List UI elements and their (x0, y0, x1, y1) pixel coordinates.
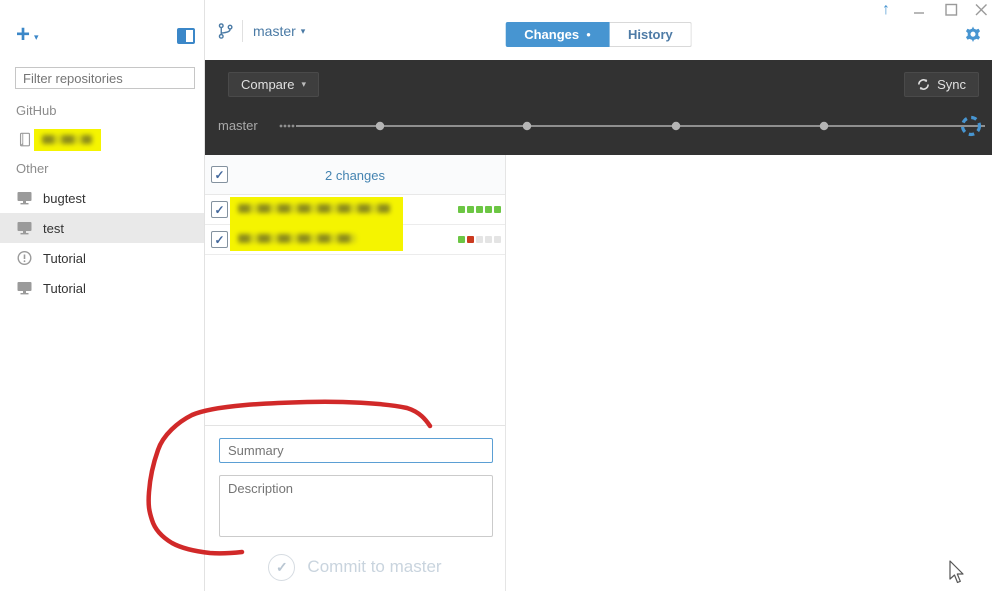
description-input[interactable] (219, 475, 493, 537)
sync-label: Sync (937, 77, 966, 92)
update-available-arrow-icon[interactable]: ↑ (882, 1, 890, 19)
monitor-icon (16, 220, 34, 236)
tab-history[interactable]: History (610, 22, 692, 47)
divider (242, 20, 243, 42)
sidebar-item-tutorial-2[interactable]: Tutorial (0, 273, 204, 303)
diff-viewer-empty (507, 155, 992, 591)
repo-name: Tutorial (43, 251, 86, 266)
chevron-down-icon: ▾ (301, 26, 306, 37)
commit-button-label: Commit to master (307, 557, 441, 577)
commit-check-circle-icon: ✓ (268, 554, 295, 581)
alert-circle-icon (16, 250, 34, 266)
minimize-button[interactable] (911, 2, 927, 18)
maximize-button[interactable] (943, 2, 959, 18)
repositories-sidebar: + ▾ GitHub Other bugtest (0, 0, 205, 591)
chevron-down-icon: ▾ (34, 32, 39, 43)
git-branch-icon (217, 22, 234, 40)
repo-book-icon (16, 132, 34, 148)
github-desktop-window: + ▾ GitHub Other bugtest (0, 0, 992, 591)
diff-stat-squares (458, 236, 501, 243)
check-icon: ✓ (214, 204, 224, 216)
compare-label: Compare (241, 77, 294, 92)
monitor-icon (16, 190, 34, 206)
check-icon: ✓ (214, 234, 224, 246)
changes-indicator-dot: ● (586, 30, 591, 39)
sidebar-item-bugtest[interactable]: bugtest (0, 183, 204, 213)
commit-form: ✓ Commit to master (205, 425, 505, 591)
close-button[interactable] (973, 2, 989, 18)
commit-graph[interactable] (205, 106, 992, 146)
sidebar-item-github-repo[interactable] (0, 125, 204, 155)
top-header: master ▾ Changes ● History (205, 0, 992, 60)
compare-button[interactable]: Compare ▾ (228, 72, 319, 97)
section-label-other: Other (16, 161, 49, 176)
sync-button[interactable]: Sync (904, 72, 979, 97)
sync-icon (917, 78, 930, 91)
monitor-icon (16, 280, 34, 296)
changes-count-label: 2 changes (205, 155, 505, 195)
tab-label: History (628, 27, 673, 42)
sidebar-toggle-icon[interactable] (177, 28, 195, 44)
file-checkbox[interactable]: ✓ (211, 231, 228, 248)
sidebar-item-tutorial-1[interactable]: Tutorial (0, 243, 204, 273)
gear-icon[interactable] (964, 25, 982, 43)
branch-dropdown[interactable]: master (253, 23, 296, 39)
diff-stat-squares (458, 206, 501, 213)
view-tabs: Changes ● History (505, 22, 692, 47)
changes-panel: ✓ 2 changes ✓ ✓ ✓ (205, 155, 506, 591)
section-label-github: GitHub (16, 103, 56, 118)
commit-graph-toolbar: Compare ▾ Sync master (205, 60, 992, 155)
tab-label: Changes (524, 27, 579, 42)
repo-name: Tutorial (43, 281, 86, 296)
file-checkbox[interactable]: ✓ (211, 201, 228, 218)
filter-repositories-input[interactable] (15, 67, 195, 89)
changes-list-header: ✓ 2 changes (205, 155, 505, 195)
add-repository-button[interactable]: + ▾ (16, 24, 39, 46)
summary-input[interactable] (219, 438, 493, 463)
commit-to-master-button[interactable]: ✓ Commit to master (205, 551, 505, 583)
chevron-down-icon: ▾ (301, 79, 306, 90)
plus-icon: + (16, 24, 30, 46)
redacted-filenames-highlight (230, 197, 403, 251)
repo-name: test (43, 221, 64, 236)
tab-changes[interactable]: Changes ● (505, 22, 610, 47)
sidebar-item-test[interactable]: test (0, 213, 204, 243)
repo-name: bugtest (43, 191, 86, 206)
redacted-repo-name (34, 129, 101, 151)
